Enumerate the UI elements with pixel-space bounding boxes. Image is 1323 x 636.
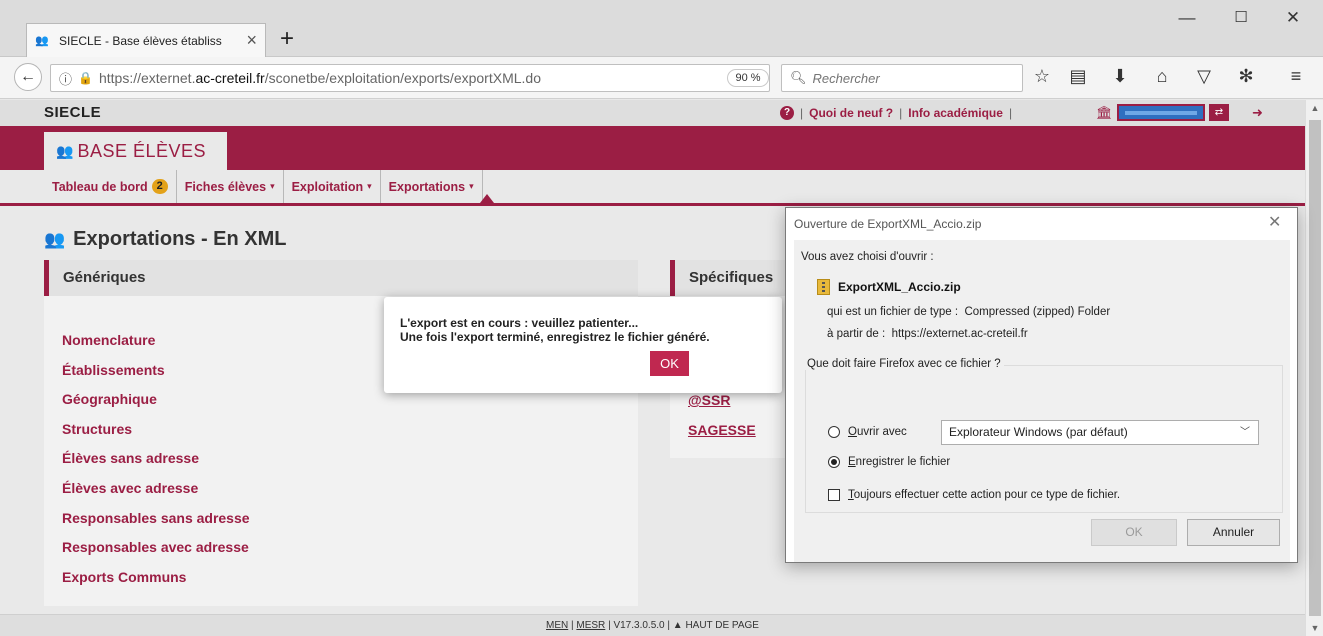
site-name: SIECLE <box>44 104 102 121</box>
switch-establishment-icon[interactable]: ⇄ <box>1209 104 1229 121</box>
chevron-down-icon: ﹀ <box>1240 427 1250 438</box>
download-dialog: Ouverture de ExportXML_Accio.zip ✕ Vous … <box>785 207 1298 563</box>
checkbox-always-do[interactable]: Toujours effectuer cette action pour ce … <box>828 489 1120 501</box>
home-icon[interactable]: ⌂ <box>1150 66 1174 87</box>
alert-ok-button[interactable]: OK <box>650 351 689 376</box>
menu-fiches-eleves[interactable]: Fiches élèves ▾ <box>177 170 284 203</box>
search-bar[interactable]: 🔍︎ <box>781 64 1023 92</box>
link-quoi-de-neuf[interactable]: Quoi de neuf ? <box>809 106 893 120</box>
link-responsables-sans-adresse[interactable]: Responsables sans adresse <box>62 504 250 534</box>
students-group-icon: 👥 <box>56 142 74 159</box>
help-question-icon[interactable]: ? <box>780 106 794 120</box>
page-footer: MEN | MESR | V17.3.0.5.0 | ▲ HAUT DE PAG… <box>0 614 1305 636</box>
active-menu-pointer <box>480 194 494 203</box>
new-tab-plus-icon[interactable]: + <box>280 26 294 52</box>
lock-icon[interactable]: 🔒 <box>78 71 93 85</box>
specific-links-list: @SSR SAGESSE <box>688 386 756 445</box>
scroll-down-icon[interactable]: ▼ <box>1306 620 1323 636</box>
link-info-academique[interactable]: Info académique <box>908 106 1003 120</box>
caret-down-icon: ▾ <box>469 181 474 191</box>
search-icon: 🔍︎ <box>790 70 807 85</box>
page-title: 👥 Exportations - En XML <box>44 228 287 250</box>
radio-save-file[interactable]: Enregistrer le fichier <box>828 456 950 468</box>
export-progress-alert: L'export est en cours : veuillez patient… <box>384 297 782 393</box>
reader-list-icon[interactable]: ▤ <box>1066 66 1090 87</box>
notification-badge: 2 <box>151 179 168 194</box>
dialog-body: Vous avez choisi d'ouvrir : ExportXML_Ac… <box>794 240 1290 562</box>
dialog-cancel-button[interactable]: Annuler <box>1187 519 1280 546</box>
module-banner: 👥 BASE ÉLÈVES <box>0 126 1305 170</box>
page-scrollbar[interactable]: ▲ ▼ <box>1305 100 1323 636</box>
logout-icon[interactable]: ➜ <box>1252 105 1263 121</box>
menu-exploitation[interactable]: Exploitation ▾ <box>284 170 381 203</box>
panel-heading: Génériques <box>44 260 638 296</box>
url-bar[interactable]: ⓘ 🔒 https://externet.ac-creteil.fr/scone… <box>50 64 806 92</box>
radio-button-selected[interactable] <box>828 456 840 468</box>
main-menu-bar: Tableau de bord 2 Fiches élèves ▾ Exploita… <box>0 170 1305 206</box>
dialog-file: ExportXML_Accio.zip <box>817 279 961 295</box>
link-etablissements[interactable]: Établissements <box>62 356 250 386</box>
caret-down-icon: ▾ <box>270 181 275 191</box>
maximize-icon[interactable]: ☐ <box>1218 8 1264 32</box>
dialog-ok-button[interactable]: OK <box>1091 519 1177 546</box>
dialog-file-type: qui est un fichier de type : Compressed … <box>827 306 1111 318</box>
tab-title: SIECLE - Base élèves établiss <box>59 33 222 48</box>
scroll-up-icon[interactable]: ▲ <box>1306 100 1323 116</box>
info-icon[interactable]: ⓘ <box>59 69 72 88</box>
school-building-icon[interactable]: 🏛︎ <box>1096 105 1113 121</box>
dialog-question: Que doit faire Firefox avec ce fichier ? <box>804 358 1004 370</box>
open-with-app-select[interactable]: Explorateur Windows (par défaut) ﹀ <box>941 420 1259 445</box>
link-eleves-avec-adresse[interactable]: Élèves avec adresse <box>62 474 250 504</box>
checkbox[interactable] <box>828 489 840 501</box>
window-close-icon[interactable]: ✕ <box>1270 8 1316 32</box>
module-title: BASE ÉLÈVES <box>77 140 207 161</box>
scroll-thumb[interactable] <box>1309 120 1321 616</box>
extension-icon[interactable]: ✻ <box>1234 66 1258 87</box>
link-sagesse[interactable]: SAGESSE <box>688 416 756 446</box>
link-nomenclature[interactable]: Nomenclature <box>62 326 250 356</box>
menu-hamburger-icon[interactable]: ≡ <box>1284 66 1308 87</box>
minimize-icon[interactable]: — <box>1164 8 1210 32</box>
browser-nav-bar: ← ⓘ 🔒 https://externet.ac-creteil.fr/sco… <box>0 57 1323 99</box>
dialog-file-source: à partir de : https://externet.ac-cretei… <box>827 328 1028 340</box>
dialog-close-icon[interactable]: ✕ <box>1268 212 1281 232</box>
generic-links-list: Nomenclature Établissements Géographique… <box>62 326 250 592</box>
footer-link-mesr[interactable]: MESR <box>576 620 605 631</box>
tab-close-icon[interactable]: × <box>246 30 257 51</box>
module-tab[interactable]: 👥 BASE ÉLÈVES <box>44 132 227 170</box>
footer-link-haut-de-page[interactable]: ▲ HAUT DE PAGE <box>673 620 759 631</box>
link-geographique[interactable]: Géographique <box>62 385 250 415</box>
back-arrow-icon[interactable]: ← <box>14 63 42 91</box>
main-menu: Tableau de bord 2 Fiches élèves ▾ Exploita… <box>44 170 483 203</box>
caret-down-icon: ▾ <box>367 181 372 191</box>
download-icon[interactable]: ⬇ <box>1108 66 1132 87</box>
browser-tab-bar: 👥 SIECLE - Base élèves établiss × + — ☐ … <box>0 0 1323 57</box>
dialog-title: Ouverture de ExportXML_Accio.zip <box>794 217 982 231</box>
browser-tab[interactable]: 👥 SIECLE - Base élèves établiss × <box>26 23 266 57</box>
url-text: https://externet.ac-creteil.fr/sconetbe/… <box>98 70 541 86</box>
students-group-icon: 👥 <box>44 229 66 249</box>
radio-open-with[interactable]: Ouvrir avec <box>828 426 907 438</box>
zip-file-icon <box>817 279 830 295</box>
footer-link-men[interactable]: MEN <box>546 620 568 631</box>
menu-tableau-de-bord[interactable]: Tableau de bord 2 <box>44 170 177 203</box>
menu-exportations[interactable]: Exportations ▾ <box>381 170 483 203</box>
link-eleves-sans-adresse[interactable]: Élèves sans adresse <box>62 444 250 474</box>
link-exports-communs[interactable]: Exports Communs <box>62 563 250 593</box>
bookmark-star-icon[interactable]: ☆ <box>1030 66 1054 87</box>
zoom-level[interactable]: 90 % <box>727 69 769 87</box>
siecle-favicon-icon: 👥 <box>35 34 49 47</box>
radio-button[interactable] <box>828 426 840 438</box>
pocket-icon[interactable]: ▽ <box>1192 66 1216 87</box>
link-responsables-avec-adresse[interactable]: Responsables avec adresse <box>62 533 250 563</box>
alert-message: L'export est en cours : veuillez patient… <box>400 316 710 344</box>
top-links: ? | Quoi de neuf ? | Info académique | <box>780 106 1012 120</box>
dialog-chosen-text: Vous avez choisi d'ouvrir : <box>801 251 934 263</box>
user-account-box[interactable] <box>1117 104 1205 121</box>
link-structures[interactable]: Structures <box>62 415 250 445</box>
dialog-filename: ExportXML_Accio.zip <box>838 280 961 294</box>
site-header: SIECLE ? | Quoi de neuf ? | Info académi… <box>0 100 1305 126</box>
search-input[interactable] <box>812 70 1013 86</box>
